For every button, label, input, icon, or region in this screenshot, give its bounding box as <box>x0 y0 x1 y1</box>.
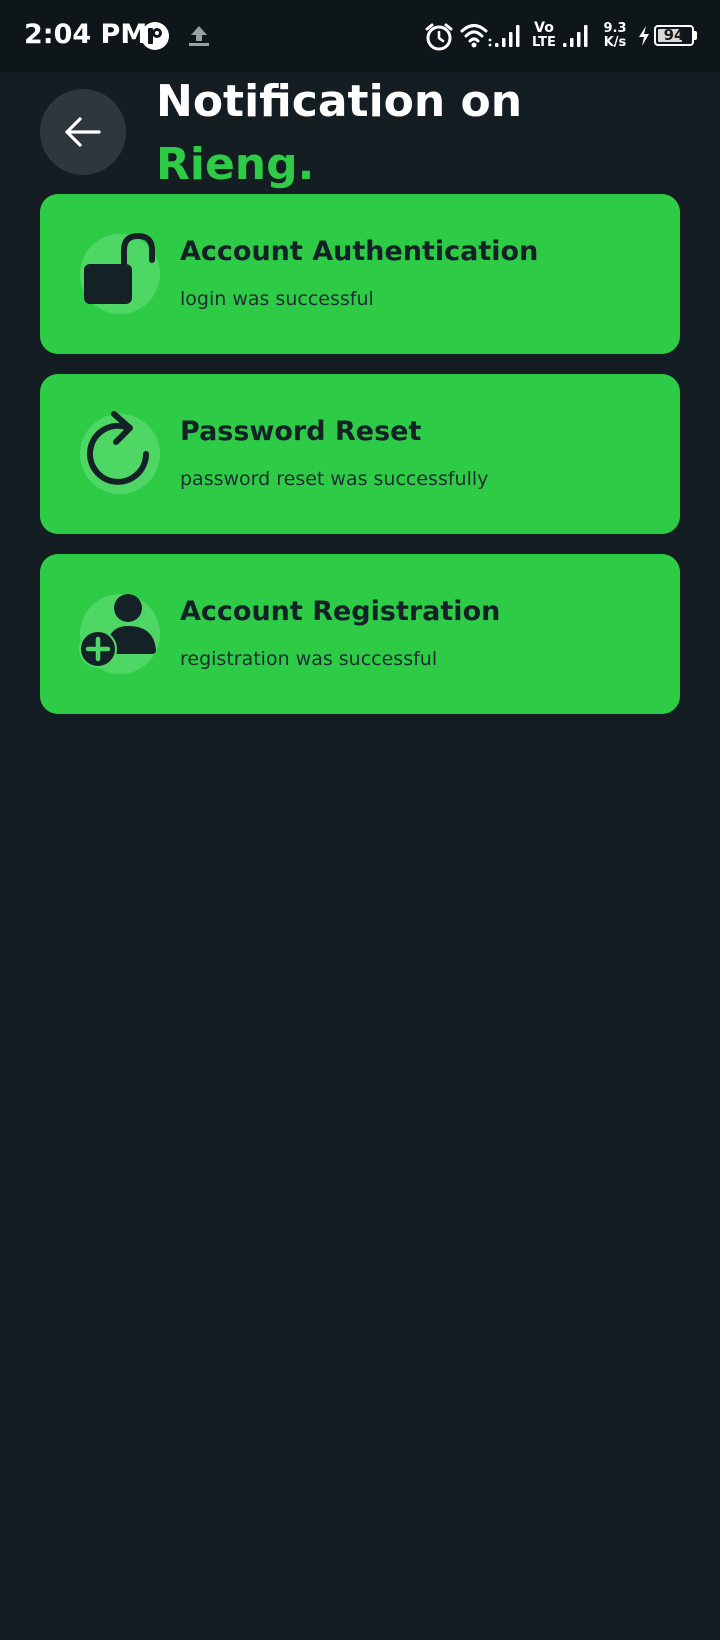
card-subtitle: login was successful <box>180 288 374 310</box>
network-speed-value: 9.3 <box>603 21 627 36</box>
volte-bottom-text: LTE <box>532 35 556 50</box>
card-subtitle: registration was successful <box>180 648 438 670</box>
notification-card-registration[interactable]: Account Registration registration was su… <box>40 554 680 714</box>
upload-icon <box>186 24 212 52</box>
signal-icon <box>562 22 592 54</box>
status-bar: 2:04 PM Vo LTE 9.3 K/s 94 <box>0 0 720 72</box>
brand-name: Rieng. <box>156 139 315 190</box>
refresh-icon <box>76 410 166 504</box>
alarm-icon <box>424 22 454 56</box>
card-title: Account Registration <box>180 596 501 627</box>
charging-icon <box>637 25 651 51</box>
card-subtitle: password reset was successfully <box>180 468 489 490</box>
arrow-left-icon <box>65 117 101 147</box>
network-speed: 9.3 K/s <box>600 22 630 49</box>
battery-icon: 94 <box>654 25 694 46</box>
volte-icon: Vo LTE <box>530 21 558 49</box>
back-button[interactable] <box>40 89 126 175</box>
card-title: Account Authentication <box>180 236 539 267</box>
status-time: 2:04 PM <box>24 19 148 50</box>
add-user-icon <box>76 590 166 684</box>
card-title: Password Reset <box>180 416 422 447</box>
page-title: Notification on <box>156 76 523 127</box>
unlock-icon <box>76 230 166 324</box>
wifi-icon <box>460 22 492 54</box>
network-speed-unit: K/s <box>603 35 627 50</box>
volte-top-text: Vo <box>534 20 554 36</box>
battery-level: 94 <box>663 26 685 44</box>
signal-icon <box>494 22 524 54</box>
notification-card-password-reset[interactable]: Password Reset password reset was succes… <box>40 374 680 534</box>
app-notification-icon <box>140 21 170 55</box>
battery-nub <box>694 31 697 40</box>
notification-card-authentication[interactable]: Account Authentication login was success… <box>40 194 680 354</box>
